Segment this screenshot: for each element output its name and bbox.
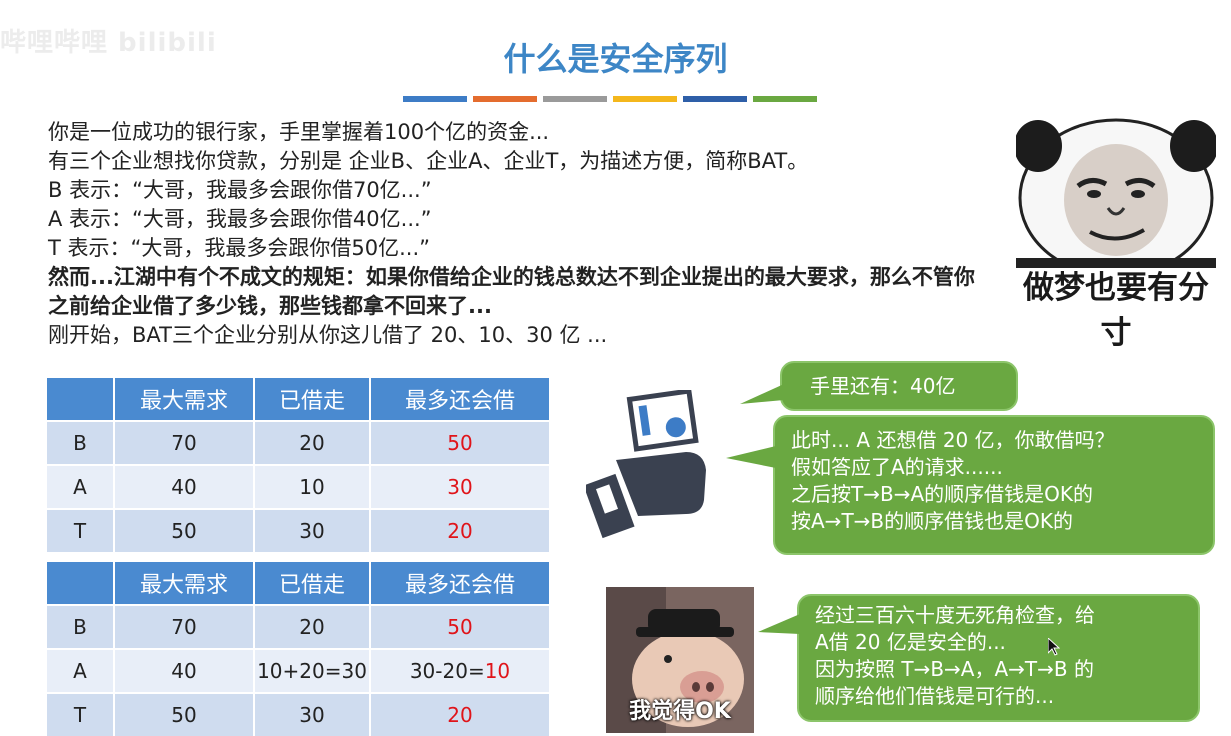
text-line: 有三个企业想找你贷款，分别是 企业B、企业A、企业T，为描述方便，简称BAT。: [48, 149, 809, 173]
table-header: 已借走: [255, 562, 371, 604]
loan-table-after: 最大需求 已借走 最多还会借 B 70 20 50 A 40 10+20=30 …: [47, 562, 551, 736]
title-color-bar: [403, 96, 817, 102]
table-row: T 50 30 20: [47, 508, 551, 552]
table-cell: 50: [115, 508, 255, 552]
bubble-tail: [758, 614, 800, 634]
bubble-tail: [740, 384, 784, 404]
bubble-text: 手里还有：40亿: [810, 374, 956, 398]
table-cell: 20: [255, 420, 371, 464]
table-cell: B: [47, 420, 115, 464]
speech-bubble-question: 此时... A 还想借 20 亿，你敢借吗？ 假如答应了A的请求...... 之…: [773, 415, 1215, 555]
text-line: 你是一位成功的银行家，手里掌握着100个亿的资金...: [48, 120, 550, 144]
panda-meme-image: [1016, 108, 1216, 268]
table-cell: T: [47, 692, 115, 736]
text-line: 刚开始，BAT三个企业分别从你这儿借了 20、10、30 亿 ...: [48, 323, 608, 347]
bubble-line: 经过三百六十度无死角检查，给: [815, 603, 1095, 627]
table-row: B 70 20 50: [47, 420, 551, 464]
table-header: 最大需求: [115, 378, 255, 420]
table-cell: 20: [371, 692, 551, 736]
table-cell: 10+20=30: [255, 648, 371, 692]
table-row: T 50 30 20: [47, 692, 551, 736]
money-hand-icon: [586, 390, 706, 539]
text-line: T 表示：“大哥，我最多会跟你借50亿...”: [48, 236, 431, 260]
text-line: B 表示：“大哥，我最多会跟你借70亿...”: [48, 178, 432, 202]
loan-table-initial: 最大需求 已借走 最多还会借 B 70 20 50 A 40 10 30 T 5…: [47, 378, 551, 552]
color-segment-5: [683, 96, 747, 102]
table-cell: 30-20=10: [371, 648, 551, 692]
table-header: 最多还会借: [371, 378, 551, 420]
slide-title: 什么是安全序列: [503, 40, 728, 78]
bubble-line: 顺序给他们借钱是可行的...: [815, 684, 1055, 708]
bubble-tail: [726, 446, 776, 468]
table-header: 已借走: [255, 378, 371, 420]
table-cell: 40: [115, 464, 255, 508]
table-header: 最大需求: [115, 562, 255, 604]
speech-bubble-conclusion: 经过三百六十度无死角检查，给 A借 20 亿是安全的... 因为按照 T→B→A…: [797, 594, 1200, 722]
pig-caption: 我觉得OK: [629, 699, 731, 724]
table-cell: 50: [115, 692, 255, 736]
table-cell: 20: [255, 604, 371, 648]
table-cell: 70: [115, 604, 255, 648]
table-cell: B: [47, 604, 115, 648]
table-row: A 40 10 30: [47, 464, 551, 508]
bubble-line: 假如答应了A的请求......: [791, 455, 1003, 479]
cell-value: 10: [484, 659, 511, 683]
color-segment-1: [403, 96, 467, 102]
table-cell: A: [47, 464, 115, 508]
table-cell: 50: [371, 420, 551, 464]
mouse-cursor-icon: [1048, 638, 1060, 656]
pig-meme-image: 我觉得OK: [606, 587, 754, 733]
table-cell: A: [47, 648, 115, 692]
table-cell: 10: [255, 464, 371, 508]
table-row: B 70 20 50: [47, 604, 551, 648]
table-header: [47, 378, 115, 420]
table-cell: 30: [255, 692, 371, 736]
color-segment-3: [543, 96, 607, 102]
text-line: A 表示：“大哥，我最多会跟你借40亿...”: [48, 207, 432, 231]
table-cell: 30: [255, 508, 371, 552]
cell-prefix: 30-20=: [409, 659, 485, 683]
table-cell: T: [47, 508, 115, 552]
cell-value: 20: [447, 703, 473, 727]
table-cell: 30: [371, 464, 551, 508]
color-segment-6: [753, 96, 817, 102]
speech-bubble-balance: 手里还有：40亿: [780, 361, 1018, 411]
panda-caption: 做梦也要有分寸: [1023, 270, 1209, 351]
table-row: A 40 10+20=30 30-20=10: [47, 648, 551, 692]
bubble-line: 之后按T→B→A的顺序借钱是OK的: [791, 482, 1093, 506]
bubble-line: 因为按照 T→B→A，A→T→B 的: [815, 657, 1094, 681]
table-cell: 20: [371, 508, 551, 552]
bubble-line: 此时... A 还想借 20 亿，你敢借吗？: [791, 428, 1115, 452]
table-header: 最多还会借: [371, 562, 551, 604]
cell-value: 50: [447, 615, 473, 639]
table-cell: 50: [371, 604, 551, 648]
table-header: [47, 562, 115, 604]
rule-text: 然而...江湖中有个不成文的规矩：如果你借给企业的钱总数达不到企业提出的最大要求…: [48, 265, 975, 318]
bubble-line: 按A→T→B的顺序借钱也是OK的: [791, 509, 1073, 533]
table-cell: 40: [115, 648, 255, 692]
color-segment-2: [473, 96, 537, 102]
table-cell: 70: [115, 420, 255, 464]
bubble-line: A借 20 亿是安全的...: [815, 630, 1006, 654]
intro-text: 你是一位成功的银行家，手里掌握着100个亿的资金... 有三个企业想找你贷款，分…: [48, 118, 978, 350]
color-segment-4: [613, 96, 677, 102]
